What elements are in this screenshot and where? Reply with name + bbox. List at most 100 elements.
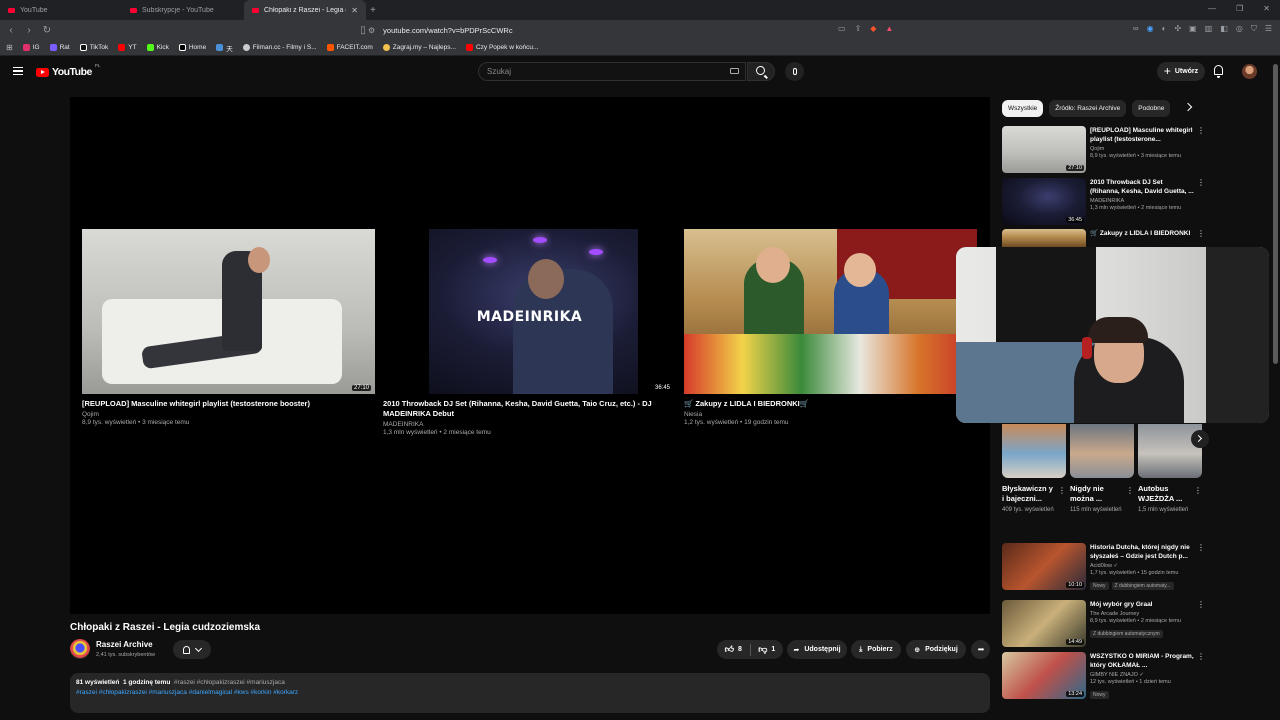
chip-similar[interactable]: Podobne (1132, 100, 1171, 117)
endscreen-video-card[interactable]: 🛒 Zakupy z LIDLA I BIEDRONKI🛒 Niesia 1,2… (684, 229, 977, 426)
shorts-next-button[interactable] (1191, 430, 1209, 448)
endcard-channel[interactable]: Qojim (82, 411, 375, 418)
video-thumbnail[interactable] (684, 229, 977, 394)
endcard-title[interactable]: [REUPLOAD] Masculine whitegirl playlist … (82, 399, 375, 409)
more-vert-icon[interactable]: ⋮ (1126, 486, 1134, 495)
endcard-title[interactable]: 2010 Throwback DJ Set (Rihanna, Kesha, D… (383, 399, 676, 419)
menu-icon[interactable]: ☰ (1265, 24, 1272, 34)
bookmark-rat[interactable]: Rat (49, 44, 70, 51)
more-vert-icon[interactable]: ⋮ (1197, 652, 1205, 661)
shield-icon[interactable]: ⛉ (1251, 24, 1257, 34)
site-info-icon[interactable]: ⚙ (368, 26, 375, 35)
forward-icon[interactable]: › (22, 25, 36, 36)
bookmark-yt[interactable]: YT (118, 44, 137, 51)
related-video-item[interactable]: 🛒 Zakupy z LIDLA I BIEDRONKI ⋮ (1002, 229, 1205, 249)
extension-icon[interactable]: ◉ (1147, 24, 1154, 34)
reload-icon[interactable]: ↻ (40, 25, 54, 36)
page-scrollbar[interactable] (1273, 64, 1278, 364)
close-window-icon[interactable]: ✕ (1263, 4, 1270, 13)
video-title[interactable]: WSZYSTKO O MIRIAM - Program, który OKŁAM… (1090, 652, 1194, 670)
video-title[interactable]: Historia Dutcha, której nigdy nie słysza… (1090, 543, 1194, 561)
description-hashtags[interactable]: #raszei #chłopakizraszei #mariuszjaca #d… (76, 688, 984, 698)
video-thumbnail[interactable] (1002, 229, 1086, 247)
extension-icon[interactable]: ∞ (1133, 24, 1139, 34)
minimize-icon[interactable]: — (1208, 4, 1216, 13)
maximize-icon[interactable]: ❐ (1236, 4, 1243, 13)
endscreen-video-card[interactable]: MADEINRIKA 36:45 2010 Throwback DJ Set (… (383, 229, 676, 436)
video-channel[interactable]: MADEINRIKA (1090, 198, 1194, 204)
search-button[interactable] (747, 62, 775, 81)
share-icon[interactable]: ⇪ (855, 24, 862, 33)
video-player[interactable]: 27:10 [REUPLOAD] Masculine whitegirl pla… (70, 97, 990, 614)
video-channel[interactable]: The Arcade Journey (1090, 611, 1194, 617)
voice-search-button[interactable] (785, 62, 804, 81)
endcard-channel[interactable]: MADEINRIKA (383, 421, 676, 428)
more-vert-icon[interactable]: ⋮ (1197, 229, 1205, 238)
video-thumbnail[interactable]: 13:24 (1002, 652, 1086, 699)
new-tab-icon[interactable]: + (370, 5, 376, 16)
browser-tab-active[interactable]: Chłopaki z Raszei - Legia cudzo...✕ (244, 0, 366, 20)
description-box[interactable]: 81 wyświetleń 1 godzinę temu #raszei #ch… (70, 673, 990, 713)
hamburger-menu-icon[interactable] (13, 67, 23, 75)
subscription-bell-button[interactable] (173, 640, 211, 659)
related-video-item[interactable]: 10:10 Historia Dutcha, której nigdy nie … (1002, 543, 1205, 595)
video-thumbnail[interactable]: 27:10 (82, 229, 375, 394)
video-thumbnail[interactable]: 10:10 (1002, 543, 1086, 590)
video-title[interactable]: 2010 Throwback DJ Set (Rihanna, Kesha, D… (1090, 178, 1194, 196)
bookmark-tiktok[interactable]: TikTok (79, 44, 108, 51)
search-input[interactable]: Szukaj (478, 62, 746, 81)
video-thumbnail[interactable]: 27:10 (1002, 126, 1086, 173)
bookmark-tian[interactable]: 天 (216, 43, 233, 53)
video-channel[interactable]: Qojim (1090, 146, 1194, 152)
chip-all[interactable]: Wszystkie (1002, 100, 1044, 117)
more-vert-icon[interactable]: ⋮ (1197, 126, 1205, 135)
related-video-item[interactable]: 14:49 Mój wybór gry Graal The Arcade Jou… (1002, 600, 1205, 650)
dislike-button[interactable]: 👎︎ 1 (751, 640, 784, 659)
rewards-icon[interactable]: ▲ (885, 24, 893, 33)
video-thumbnail[interactable]: MADEINRIKA 36:45 (383, 229, 676, 394)
share-button[interactable]: ➦ Udostępnij (787, 640, 847, 659)
short-thumbnail[interactable] (1070, 424, 1134, 478)
more-vert-icon[interactable]: ⋮ (1197, 600, 1205, 609)
browser-tab[interactable]: YouTube (0, 0, 122, 20)
extension-icon[interactable]: ▣ (1189, 24, 1197, 34)
puzzle-icon[interactable]: ✣ (1174, 24, 1181, 34)
short-thumbnail[interactable] (1002, 424, 1066, 478)
bookmark-ig[interactable]: IG (22, 44, 40, 51)
thanks-button[interactable]: ⊕ Podziękuj (906, 640, 966, 659)
youtube-logo[interactable]: YouTube PL (36, 63, 100, 78)
video-thumbnail[interactable]: 36:45 (1002, 178, 1086, 225)
bookmark-faceit[interactable]: FACEIT.com (326, 44, 373, 51)
video-title[interactable]: Mój wybór gry Graal (1090, 600, 1194, 609)
video-thumbnail[interactable]: 14:49 (1002, 600, 1086, 647)
endcard-channel[interactable]: Niesia (684, 411, 977, 418)
short-item[interactable]: Nigdy nie można ... 115 mln wyświetleń ⋮ (1070, 424, 1134, 515)
related-video-item[interactable]: 13:24 WSZYSTKO O MIRIAM - Program, który… (1002, 652, 1205, 702)
back-icon[interactable]: ‹ (4, 25, 18, 36)
more-vert-icon[interactable]: ⋮ (1194, 486, 1202, 495)
bookmark-home[interactable]: Home (178, 44, 206, 51)
video-title[interactable]: [REUPLOAD] Masculine whitegirl playlist … (1090, 126, 1194, 144)
short-title[interactable]: Nigdy nie można ... (1070, 484, 1122, 504)
more-vert-icon[interactable]: ⋮ (1197, 178, 1205, 187)
brave-shield-icon[interactable]: ◆ (870, 24, 876, 33)
chevron-right-icon[interactable] (1183, 102, 1193, 112)
video-channel[interactable]: GIMBY NIE ZNAJO ✓ (1090, 672, 1194, 678)
wallet-icon[interactable]: ◧ (1220, 24, 1228, 34)
channel-name[interactable]: Raszei Archive (96, 640, 153, 649)
short-title[interactable]: Błyskawiczn y i bajeczni... (1002, 484, 1054, 504)
video-channel[interactable]: Acid0low ✓ (1090, 563, 1194, 569)
more-actions-icon[interactable]: ••• (971, 640, 990, 659)
more-vert-icon[interactable]: ⋮ (1058, 486, 1066, 495)
like-button[interactable]: 👍︎ 8 (717, 640, 750, 659)
download-button[interactable]: ⤓ Pobierz (851, 640, 901, 659)
endscreen-video-card[interactable]: 27:10 [REUPLOAD] Masculine whitegirl pla… (82, 229, 375, 426)
more-vert-icon[interactable]: ⋮ (1197, 543, 1205, 552)
create-button[interactable]: + Utwórz (1157, 62, 1205, 81)
cast-icon[interactable]: ▭ (838, 24, 846, 33)
bookmark-kick[interactable]: Kick (146, 44, 169, 51)
bookmark-filman[interactable]: Filman.cc - Filmy i S... (242, 44, 317, 51)
channel-avatar[interactable] (70, 639, 90, 659)
short-title[interactable]: Autobus WJEŻDŻA ... (1138, 484, 1190, 504)
sidebar-icon[interactable]: ▥ (1205, 24, 1213, 34)
